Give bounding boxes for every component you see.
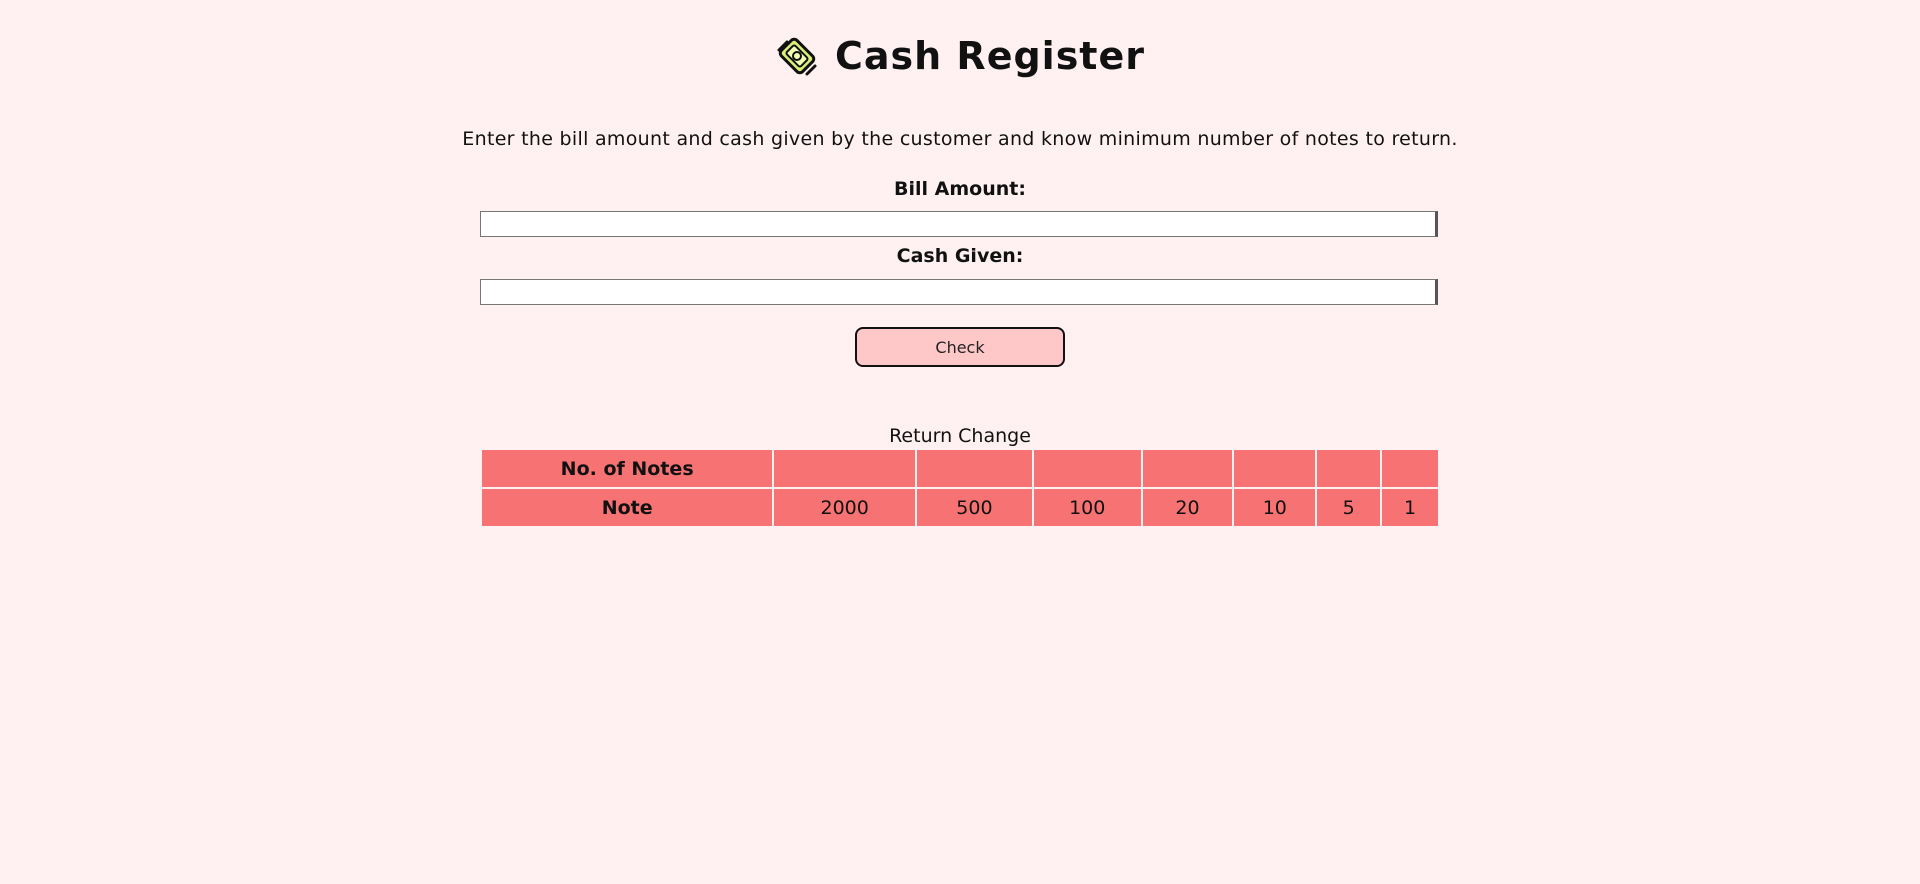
note-value-cell: 5 (1315, 487, 1383, 528)
check-button[interactable]: Check (855, 327, 1065, 367)
notes-count-header: No. of Notes (479, 448, 775, 489)
note-value-cell: 10 (1232, 487, 1318, 528)
notes-count-cell (1140, 448, 1235, 489)
note-value-cell: 1 (1380, 487, 1440, 528)
notes-count-cell (1232, 448, 1318, 489)
note-value-row: Note 2000 500 100 20 10 5 1 (479, 487, 1440, 528)
notes-count-cell (1380, 448, 1440, 489)
note-value-cell: 2000 (772, 487, 918, 528)
return-change-caption: Return Change (889, 425, 1031, 447)
note-value-cell: 20 (1140, 487, 1235, 528)
note-value-cell: 500 (915, 487, 1034, 528)
header: Cash Register (0, 34, 1920, 78)
notes-count-cell (1031, 448, 1143, 489)
note-header: Note (479, 487, 775, 528)
money-logo-icon (777, 37, 817, 76)
cash-given-label: Cash Given: (896, 245, 1024, 267)
bill-amount-input[interactable] (480, 211, 1438, 237)
note-value-cell: 100 (1031, 487, 1143, 528)
notes-count-cell (1315, 448, 1383, 489)
page: Cash Register Enter the bill amount and … (0, 0, 1920, 884)
page-title: Cash Register (835, 34, 1145, 78)
notes-count-cell (772, 448, 918, 489)
bill-amount-label: Bill Amount: (894, 178, 1026, 200)
notes-count-row: No. of Notes (479, 448, 1440, 489)
return-change-table: No. of Notes Note 2000 500 100 20 10 5 1 (479, 448, 1440, 528)
notes-count-cell (915, 448, 1034, 489)
cash-given-input[interactable] (480, 279, 1438, 305)
instructions-text: Enter the bill amount and cash given by … (462, 128, 1458, 150)
